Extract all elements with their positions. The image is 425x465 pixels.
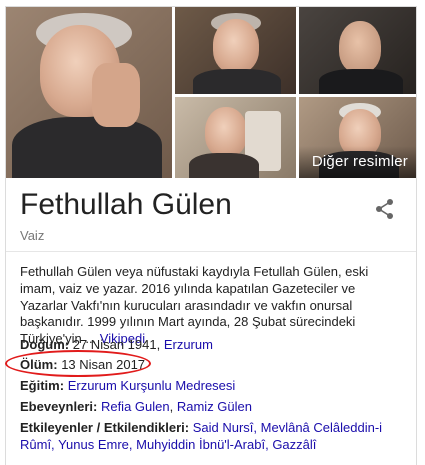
parent-link-2[interactable]: Ramiz Gülen bbox=[177, 399, 252, 414]
birthplace-link[interactable]: Erzurum bbox=[164, 337, 213, 352]
fact-death: Ölüm: 13 Nisan 2017 bbox=[20, 357, 410, 374]
fact-parents: Ebeveynleri: Refia Gulen, Ramiz Gülen bbox=[20, 399, 252, 414]
description-text: Fethullah Gülen veya nüfustaki kaydıyla … bbox=[20, 264, 369, 347]
influence-link[interactable]: Muhyiddin İbnü'l-Arabî, bbox=[136, 437, 269, 452]
fact-influences: Etkileyenler / Etkilendikleri: Said Nurs… bbox=[20, 420, 410, 453]
fact-education-label: Eğitim: bbox=[20, 378, 65, 393]
more-images-link[interactable]: Diğer resimler bbox=[312, 153, 408, 170]
parent-link-1[interactable]: Refia Gulen bbox=[101, 399, 170, 414]
fact-parents-label: Ebeveynleri: bbox=[20, 399, 98, 414]
influence-link[interactable]: Gazzâlî bbox=[272, 437, 316, 452]
fact-death-label: Ölüm: bbox=[20, 357, 58, 372]
share-icon[interactable] bbox=[372, 196, 398, 222]
fact-death-value: 13 Nisan 2017 bbox=[61, 357, 146, 372]
divider bbox=[6, 251, 416, 252]
fact-education: Eğitim: Erzurum Kurşunlu Medresesi bbox=[20, 378, 410, 395]
gallery-image-2[interactable] bbox=[175, 7, 296, 94]
fact-birth: Doğum: 27 Nisan 1941, Erzurum bbox=[20, 337, 410, 354]
gallery-image-3[interactable] bbox=[299, 7, 416, 94]
fact-influences-label: Etkileyenler / Etkilendikleri: bbox=[20, 420, 190, 435]
influence-link[interactable]: Said Nursî, bbox=[193, 420, 257, 435]
image-gallery: Diğer resimler bbox=[6, 7, 416, 178]
fact-birth-label: Doğum: bbox=[20, 337, 70, 352]
entity-subtitle: Vaiz bbox=[20, 228, 45, 243]
entity-title: Fethullah Gülen bbox=[20, 188, 232, 221]
fact-birth-value: 27 Nisan 1941, bbox=[72, 337, 161, 352]
influence-link[interactable]: Yunus Emre, bbox=[58, 437, 132, 452]
gallery-image-4[interactable] bbox=[175, 97, 296, 178]
main-portrait-image[interactable] bbox=[6, 7, 172, 178]
gallery-image-5[interactable]: Diğer resimler bbox=[299, 97, 416, 178]
description: Fethullah Gülen veya nüfustaki kaydıyla … bbox=[20, 264, 406, 348]
education-link[interactable]: Erzurum Kurşunlu Medresesi bbox=[68, 378, 236, 393]
